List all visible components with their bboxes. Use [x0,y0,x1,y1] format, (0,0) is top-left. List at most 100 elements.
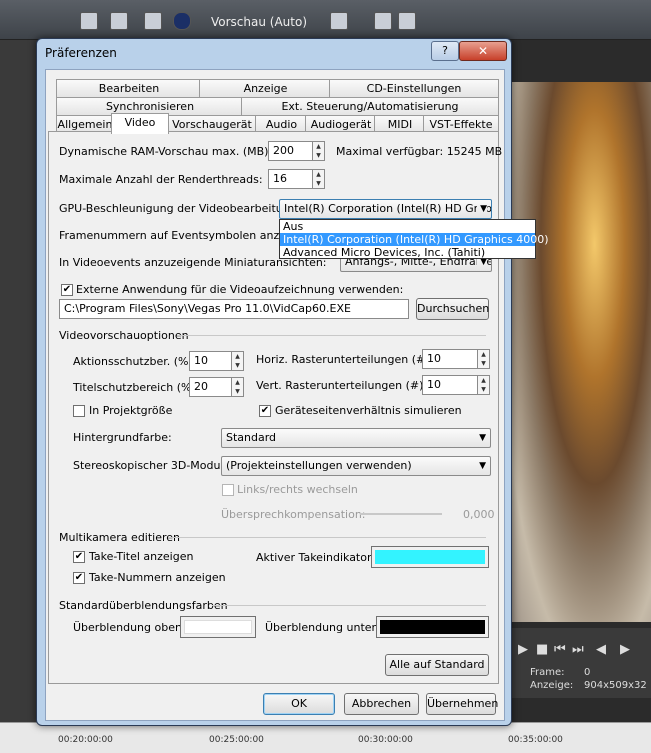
gpu-label: GPU-Beschleunigung der Videobearbeitung: [59,202,301,215]
active-take-swatch [375,550,485,564]
tab-anzeige[interactable]: Anzeige [199,79,332,98]
tab-video[interactable]: Video [111,113,169,134]
close-button[interactable]: ✕ [459,41,507,61]
toolbar-cursor-icon[interactable] [80,12,98,30]
take-title-checkbox[interactable]: ✔ [73,551,85,563]
aspect-checkbox[interactable]: ✔ [259,405,271,417]
timeline-mark: 00:30:00:00 [358,735,413,745]
stop-icon[interactable]: ■ [536,642,548,657]
toolbar-copy-icon[interactable] [374,12,392,30]
apply-button[interactable]: Übernehmen [426,693,498,715]
ram-max-label: Maximal verfügbar: 15245 MB [336,145,503,158]
display-label: Anzeige: [530,680,574,691]
preview-quality-dropdown[interactable]: Vorschau (Auto) [211,15,307,29]
bg-color-dropdown[interactable]: Standard ▼ [221,428,491,448]
chevron-down-icon: ▼ [479,461,486,471]
stereo-value: (Projekteinstellungen verwenden) [226,459,412,472]
project-size-checkbox[interactable] [73,405,85,417]
vgrid-spinner[interactable]: ▲ ▼ [478,375,490,395]
toolbar-save-icon[interactable] [398,12,416,30]
stereo-dropdown[interactable]: (Projekteinstellungen verwenden) ▼ [221,456,491,476]
toolbar-grid-icon[interactable] [330,12,348,30]
gpu-option-aus[interactable]: Aus [280,220,535,233]
threads-spinner[interactable]: ▲ ▼ [313,169,325,189]
preview-options-group-label: Videovorschauoptionen [59,329,189,342]
aspect-label: Geräteseitenverhältnis simulieren [275,404,462,417]
title-safe-input[interactable]: 20 [189,377,232,397]
app-background-panel [0,40,38,753]
multicam-group-label: Multikamera editieren [59,531,181,544]
group-divider [177,335,486,336]
threads-input[interactable]: 16 [268,169,313,189]
action-safe-input[interactable]: 10 [189,351,232,371]
trans-bottom-color-button[interactable] [376,616,489,638]
crosstalk-label: Übersprechkompensation: [221,508,366,521]
tab-bearbeiten[interactable]: Bearbeiten [56,79,202,98]
title-safe-spinner[interactable]: ▲ ▼ [232,377,244,397]
project-size-label: In Projektgröße [89,404,173,417]
ext-app-path-input[interactable]: C:\Program Files\Sony\Vegas Pro 11.0\Vid… [59,299,409,319]
ram-preview-spinner[interactable]: ▲ ▼ [313,141,325,161]
gpu-dropdown-list: Aus Intel(R) Corporation (Intel(R) HD Gr… [279,219,549,259]
timeline-mark: 00:35:00:00 [508,735,563,745]
display-value: 904x509x32 [584,680,647,691]
frame-forward-icon[interactable]: ▶ [620,642,630,657]
take-num-checkbox[interactable]: ✔ [73,572,85,584]
timeline-ruler[interactable]: 00:20:00:00 00:25:00:00 00:30:00:00 00:3… [0,722,651,753]
bg-color-value: Standard [226,431,277,444]
timeline-mark: 00:25:00:00 [209,735,264,745]
threads-label: Maximale Anzahl der Renderthreads: [59,173,263,186]
video-preview-image [510,82,651,622]
hgrid-input[interactable]: 10 [422,349,478,369]
swap-lr-checkbox[interactable] [222,484,234,496]
trans-top-color-button[interactable] [180,616,256,638]
dialog-title: Präferenzen [45,46,117,60]
next-icon[interactable]: ⏭ [572,642,584,657]
vgrid-label: Vert. Rasterunterteilungen (#): [256,379,428,392]
frame-label: Frame: [530,667,565,678]
chevron-down-icon: ▼ [477,200,487,218]
toolbar-split-icon[interactable] [144,12,162,30]
action-safe-label: Aktionsschutzber. (%): [73,355,197,368]
timeline-mark: 00:20:00:00 [58,735,113,745]
trans-group-label: Standardüberblendungsfarben [59,599,228,612]
frame-value: 0 [584,667,591,678]
title-safe-label: Titelschutzbereich (%): [73,381,200,394]
ram-preview-label: Dynamische RAM-Vorschau max. (MB): [59,145,273,158]
gpu-dropdown-value: Intel(R) Corporation (Intel(R) HD Graphi… [284,202,491,215]
gpu-option-intel[interactable]: Intel(R) Corporation (Intel(R) HD Graphi… [280,233,549,246]
prev-icon[interactable]: ⏮ [554,642,566,657]
play-icon[interactable]: ▶ [518,642,528,657]
browse-button[interactable]: Durchsuchen [416,298,489,320]
frame-back-icon[interactable]: ◀ [596,642,606,657]
gpu-option-amd[interactable]: Advanced Micro Devices, Inc. (Tahiti) [280,246,535,259]
ram-preview-input[interactable]: 200 [268,141,313,161]
vgrid-input[interactable]: 10 [422,375,478,395]
help-button[interactable]: ? [431,41,459,61]
trans-bottom-swatch [380,620,485,634]
toolbar-color-icon[interactable] [173,12,191,30]
tab-ext-steuerung[interactable]: Ext. Steuerung/Automatisierung [241,97,499,116]
frame-info: Frame: 0 Anzeige: 904x509x32 [530,666,651,692]
toolbar-monitor-icon[interactable] [110,12,128,30]
trans-bottom-label: Überblendung unten: [265,621,383,634]
hgrid-label: Horiz. Rasterunterteilungen (#): [256,353,434,366]
ok-button[interactable]: OK [263,693,335,715]
group-divider [212,605,486,606]
crosstalk-slider[interactable] [360,513,442,515]
crosstalk-value: 0,000 [463,508,495,521]
reset-all-button[interactable]: Alle auf Standard [385,654,489,676]
stereo-label: Stereoskopischer 3D-Modus: [73,459,230,472]
action-safe-spinner[interactable]: ▲ ▼ [232,351,244,371]
tab-cd-einstellungen[interactable]: CD-Einstellungen [329,79,499,98]
gpu-dropdown[interactable]: Intel(R) Corporation (Intel(R) HD Graphi… [279,199,492,219]
swap-lr-label: Links/rechts wechseln [237,483,358,496]
bg-color-label: Hintergrundfarbe: [73,431,172,444]
active-take-label: Aktiver Takeindikator: [256,551,376,564]
active-take-color-button[interactable] [371,546,489,568]
ext-app-checkbox[interactable]: ✔ [61,284,73,296]
hgrid-spinner[interactable]: ▲ ▼ [478,349,490,369]
cancel-button[interactable]: Abbrechen [344,693,419,715]
ext-app-label: Externe Anwendung für die Videoaufzeichn… [76,283,404,296]
trans-top-label: Überblendung oben: [73,621,186,634]
